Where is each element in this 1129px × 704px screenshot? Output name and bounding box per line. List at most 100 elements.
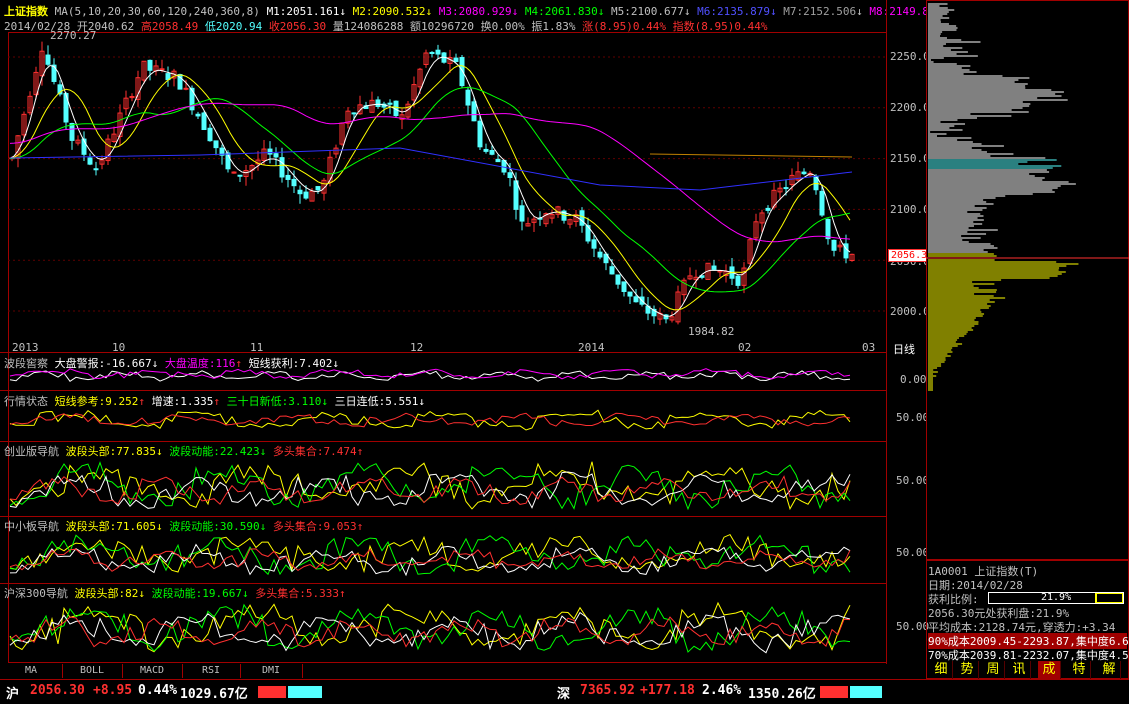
candle — [489, 150, 495, 155]
indicator-value: 波段头部:77.835 — [65, 445, 156, 458]
candle — [279, 157, 285, 178]
panel-btn-cost[interactable]: 成 — [1038, 661, 1061, 679]
indicator-line — [9, 543, 851, 577]
arrow: ↑ — [213, 395, 220, 408]
time-tick: 2014 — [578, 341, 605, 354]
sz-pct: 2.46% — [702, 683, 742, 698]
candle — [213, 140, 219, 149]
arrow: ↓ — [155, 445, 163, 458]
price-tick: 2250.0 — [890, 50, 930, 63]
panel-btn-week[interactable]: 周 — [982, 661, 1005, 679]
tab-rsi[interactable]: RSI — [182, 664, 241, 678]
candle — [297, 189, 303, 195]
sz-price: 7365.92 — [580, 683, 635, 698]
indicator-line — [9, 616, 851, 648]
arrow: ↑ — [356, 445, 364, 458]
sh-amount: 1029.67亿 — [180, 687, 248, 702]
chip-distribution-chart — [926, 0, 1129, 560]
indicator-value: 多头集合:5.333 — [255, 587, 339, 600]
subchart-header-3: 创业版导航 波段头部:77.835↓ 波段动能:22.423↓ 多头集合:7.4… — [4, 443, 363, 459]
sh-strength-bar — [258, 686, 322, 698]
arrow: ↓ — [151, 357, 159, 370]
indicator-value: 多头集合:7.474 — [272, 445, 357, 458]
subchart-axis: 0.00 — [900, 373, 927, 386]
arrow: ↑ — [138, 395, 145, 408]
time-tick: 02 — [738, 341, 752, 354]
panel-btn-news[interactable]: 讯 — [1008, 661, 1031, 679]
candle — [435, 49, 441, 55]
indicator-value: 波段头部:71.605 — [65, 520, 156, 533]
chart-frame — [8, 32, 887, 663]
indicator-value: 波段头部:82 — [74, 587, 139, 600]
candle — [735, 275, 741, 286]
candle — [495, 158, 501, 163]
candle — [783, 187, 789, 190]
arrow: ↓ — [418, 395, 425, 408]
candle — [87, 157, 93, 165]
sz-change: +177.18 — [640, 683, 695, 698]
candle — [237, 174, 243, 177]
candle — [45, 54, 51, 65]
candle — [477, 120, 483, 148]
candle — [579, 210, 585, 226]
arrow: ↑ — [338, 587, 346, 600]
indicator-value: 多头集合:9.053 — [272, 520, 357, 533]
panel-btn-trend[interactable]: 势 — [956, 661, 979, 679]
subchart-axis: 50.00 — [896, 546, 930, 559]
candle — [507, 172, 513, 179]
arrow: ↓ — [138, 587, 145, 600]
price-tick: 2000.0 — [890, 305, 930, 318]
subchart-axis: 50.00 — [896, 620, 930, 633]
indicator-value: 增速:1.335 — [151, 395, 214, 408]
panel-btn-explain[interactable]: 解 — [1098, 661, 1121, 679]
tab-ma[interactable]: MA — [0, 664, 63, 678]
indicator-value: 波段动能:30.590 — [169, 520, 260, 533]
main-chart-area[interactable] — [0, 0, 930, 664]
time-tick: 11 — [250, 341, 264, 354]
panel-btn-special[interactable]: 特 — [1068, 661, 1091, 679]
tab-macd[interactable]: MACD — [122, 664, 183, 678]
sh-change: +8.95 — [93, 683, 133, 698]
arrow: ↓ — [155, 520, 163, 533]
subchart-header-1: 波段窖察 大盘警报:-16.667↓ 大盘温度:116↑ 短线获利:7.402↓ — [4, 355, 339, 371]
subchart-axis: 50.00 — [896, 411, 930, 424]
candle — [609, 266, 615, 275]
candle — [513, 180, 519, 210]
tab-boll[interactable]: BOLL — [62, 664, 123, 678]
subchart-title: 行情状态 — [4, 395, 48, 408]
candle — [615, 274, 621, 285]
price-tick: 2150.0 — [890, 152, 930, 165]
indicator-value: 短线参考:9.252 — [54, 395, 139, 408]
subchart-lines — [9, 368, 851, 654]
candle — [465, 89, 471, 106]
panel-btn-detail[interactable]: 细 — [930, 661, 953, 679]
price-tick: 2200.0 — [890, 101, 930, 114]
sh-price: 2056.30 — [30, 683, 85, 698]
candle — [471, 101, 477, 122]
tab-dmi[interactable]: DMI — [240, 664, 303, 678]
subchart-axis: 50.00 — [896, 474, 930, 487]
candle — [627, 291, 633, 297]
ma240-line — [649, 153, 853, 158]
status-bar: 沪 2056.30 +8.95 0.44% 1029.67亿 深 7365.92… — [0, 679, 1129, 704]
sz-amount: 1350.26亿 — [748, 687, 816, 702]
subchart-title: 波段窖察 — [4, 357, 48, 370]
candle — [483, 148, 489, 152]
time-tick: 10 — [112, 341, 126, 354]
subchart-title: 中小板导航 — [4, 520, 59, 533]
candle — [159, 68, 165, 71]
candle — [291, 178, 297, 187]
candle — [429, 51, 435, 55]
indicator-value: 三十日新低:3.110 — [226, 395, 322, 408]
period-label[interactable]: 日线 — [893, 341, 915, 357]
candle — [201, 112, 207, 131]
candle — [591, 239, 597, 249]
candle — [375, 99, 381, 107]
subchart-header-2: 行情状态 短线参考:9.252↑ 增速:1.335↑ 三十日新低:3.110↓ … — [4, 393, 425, 409]
candle — [459, 57, 465, 87]
time-tick: 2013 — [12, 341, 39, 354]
time-tick: 03 — [862, 341, 876, 354]
arrow: ↑ — [235, 357, 242, 370]
candle — [183, 87, 189, 90]
indicator-value: 波段动能:22.423 — [169, 445, 260, 458]
